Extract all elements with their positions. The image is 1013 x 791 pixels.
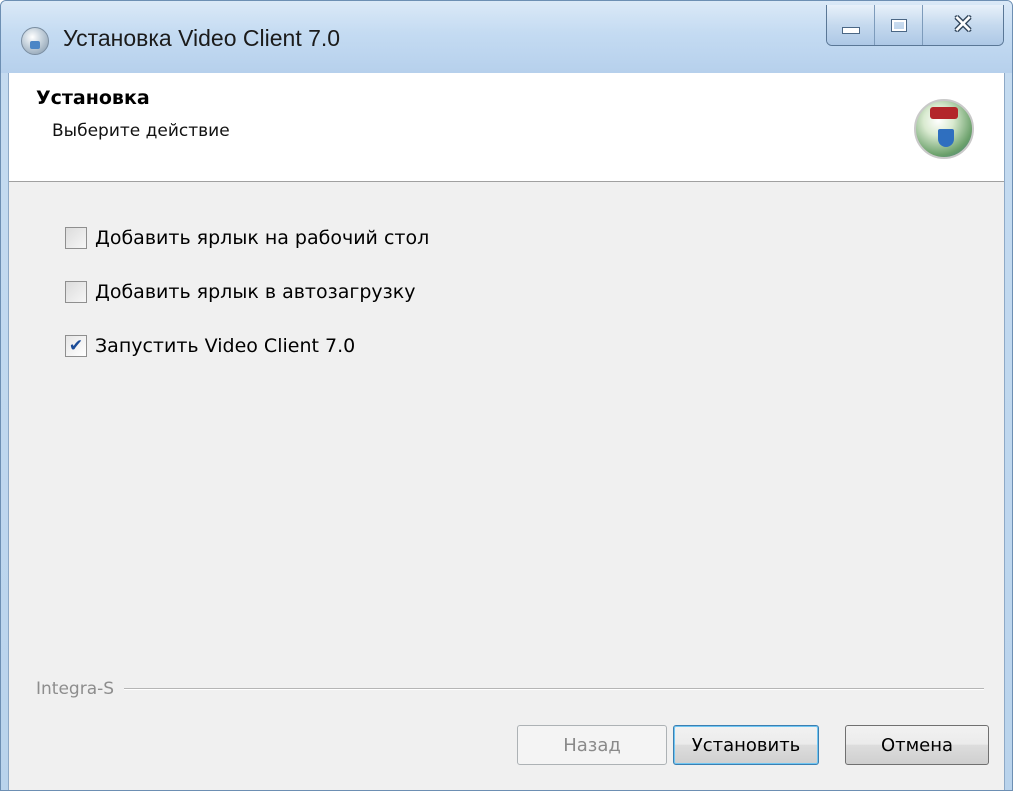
checkbox-desktop-shortcut[interactable] [65, 227, 87, 249]
wizard-header: Установка Выберите действие [9, 73, 1004, 182]
option-label[interactable]: Добавить ярлык на рабочий стол [95, 227, 429, 249]
close-button[interactable]: ✕ [923, 5, 1003, 45]
page-subtitle: Выберите действие [52, 121, 230, 141]
brand-label: Integra-S [36, 679, 115, 699]
back-button[interactable]: Назад [517, 725, 667, 765]
window-controls: ✕ [826, 5, 1004, 46]
window-title: Установка Video Client 7.0 [63, 25, 341, 51]
install-button[interactable]: Установить [673, 725, 819, 765]
page-title: Установка [36, 87, 150, 109]
installer-logo-icon [914, 99, 974, 159]
maximize-button[interactable] [875, 5, 923, 45]
option-desktop-shortcut[interactable]: Добавить ярлык на рабочий стол [65, 211, 429, 265]
logo-badge [930, 107, 958, 119]
minimize-icon [841, 26, 860, 34]
option-autostart-shortcut[interactable]: Добавить ярлык в автозагрузку [65, 265, 429, 319]
cancel-button[interactable]: Отмена [845, 725, 989, 765]
options-list: Добавить ярлык на рабочий стол Добавить … [65, 211, 429, 373]
checkbox-autostart-shortcut[interactable] [65, 281, 87, 303]
option-label[interactable]: Запустить Video Client 7.0 [95, 335, 355, 357]
minimize-button[interactable] [827, 5, 875, 45]
option-label[interactable]: Добавить ярлык в автозагрузку [95, 281, 415, 303]
installer-window: Установка Video Client 7.0 ✕ Установка В… [0, 0, 1013, 791]
checkbox-launch-app[interactable]: ✔ [65, 335, 87, 357]
close-icon: ✕ [952, 10, 974, 40]
download-arrow-icon [938, 129, 954, 147]
title-bar[interactable]: Установка Video Client 7.0 ✕ [1, 1, 1012, 73]
maximize-icon [890, 18, 907, 32]
app-icon [21, 27, 49, 55]
footer-brand-line: Integra-S [36, 679, 984, 699]
option-launch-app[interactable]: ✔ Запустить Video Client 7.0 [65, 319, 429, 373]
client-area: Установка Выберите действие Добавить ярл… [8, 73, 1005, 790]
divider [124, 688, 984, 690]
